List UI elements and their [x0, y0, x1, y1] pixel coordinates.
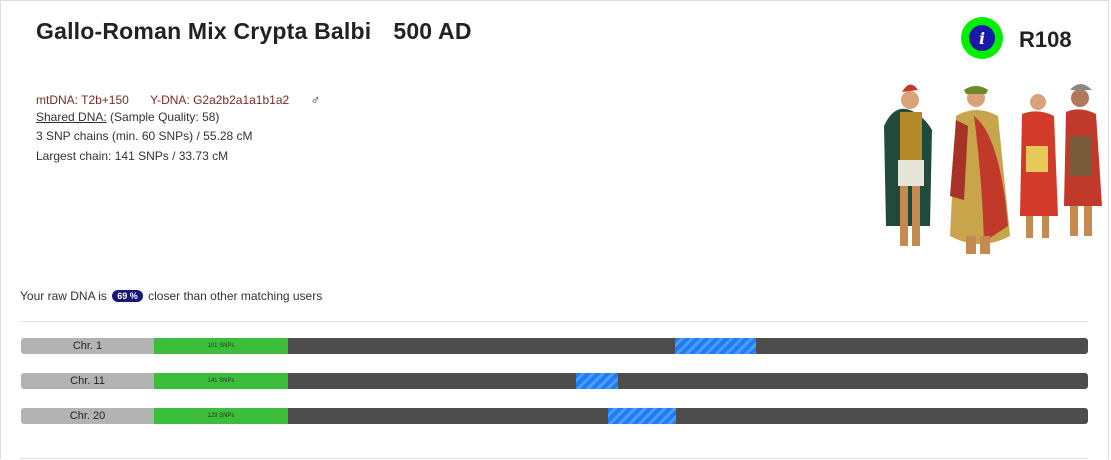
- snp-count-segment: 141 SNPs: [154, 373, 288, 389]
- mtdna-haplogroup: mtDNA: T2b+150: [36, 93, 129, 107]
- chromosome-label: Chr. 11: [21, 373, 154, 389]
- dna-closeness-text: Your raw DNA is 69 % closer than other m…: [20, 289, 322, 303]
- sample-name: Gallo-Roman Mix Crypta Balbi: [36, 18, 372, 44]
- chromosome-track: 141 SNPs: [154, 373, 1088, 389]
- chromosome-track: 101 SNPs: [154, 338, 1088, 354]
- soldier-figure-2: [1064, 84, 1102, 236]
- shared-dna-line: Shared DNA: (Sample Quality: 58): [36, 110, 219, 124]
- emperor-figure: [950, 86, 1010, 254]
- match-segment[interactable]: [576, 373, 619, 389]
- closeness-badge: 69 %: [112, 290, 143, 302]
- snp-chains-summary: 3 SNP chains (min. 60 SNPs) / 55.28 cM: [36, 129, 253, 143]
- info-icon[interactable]: i: [961, 17, 1003, 59]
- shared-dna-link[interactable]: Shared DNA:: [36, 110, 107, 124]
- bottom-divider: [20, 458, 1088, 459]
- roman-figures-image: [884, 84, 1102, 254]
- sample-era: 500 AD: [393, 18, 472, 44]
- page-title: Gallo-Roman Mix Crypta Balbi 500 AD: [36, 18, 472, 45]
- match-segment[interactable]: [607, 408, 677, 424]
- haplogroups: mtDNA: T2b+150 Y-DNA: G2a2b2a1a1b1a2 ♂: [36, 92, 320, 107]
- closeness-prefix: Your raw DNA is: [20, 289, 107, 303]
- section-divider: [20, 321, 1088, 322]
- chromosome-row[interactable]: Chr. 20 129 SNPs: [21, 408, 1088, 424]
- ydna-haplogroup: Y-DNA: G2a2b2a1a1b1a2: [150, 93, 290, 107]
- male-icon: ♂: [310, 92, 321, 107]
- largest-chain-summary: Largest chain: 141 SNPs / 33.73 cM: [36, 149, 229, 163]
- chromosome-label: Chr. 1: [21, 338, 154, 354]
- snp-count-segment: 129 SNPs: [154, 408, 288, 424]
- soldier-figure-1: [884, 84, 932, 246]
- sample-quality: (Sample Quality: 58): [110, 110, 220, 124]
- chromosome-track: 129 SNPs: [154, 408, 1088, 424]
- match-segment[interactable]: [675, 338, 757, 354]
- closeness-suffix: closer than other matching users: [148, 289, 323, 303]
- sample-code: R108: [1019, 27, 1072, 52]
- info-glyph: i: [969, 25, 995, 51]
- roman-figure-3: [1020, 94, 1058, 238]
- chromosome-row[interactable]: Chr. 11 141 SNPs: [21, 373, 1088, 389]
- snp-count-segment: 101 SNPs: [154, 338, 288, 354]
- chromosome-row[interactable]: Chr. 1 101 SNPs: [21, 338, 1088, 354]
- chromosome-label: Chr. 20: [21, 408, 154, 424]
